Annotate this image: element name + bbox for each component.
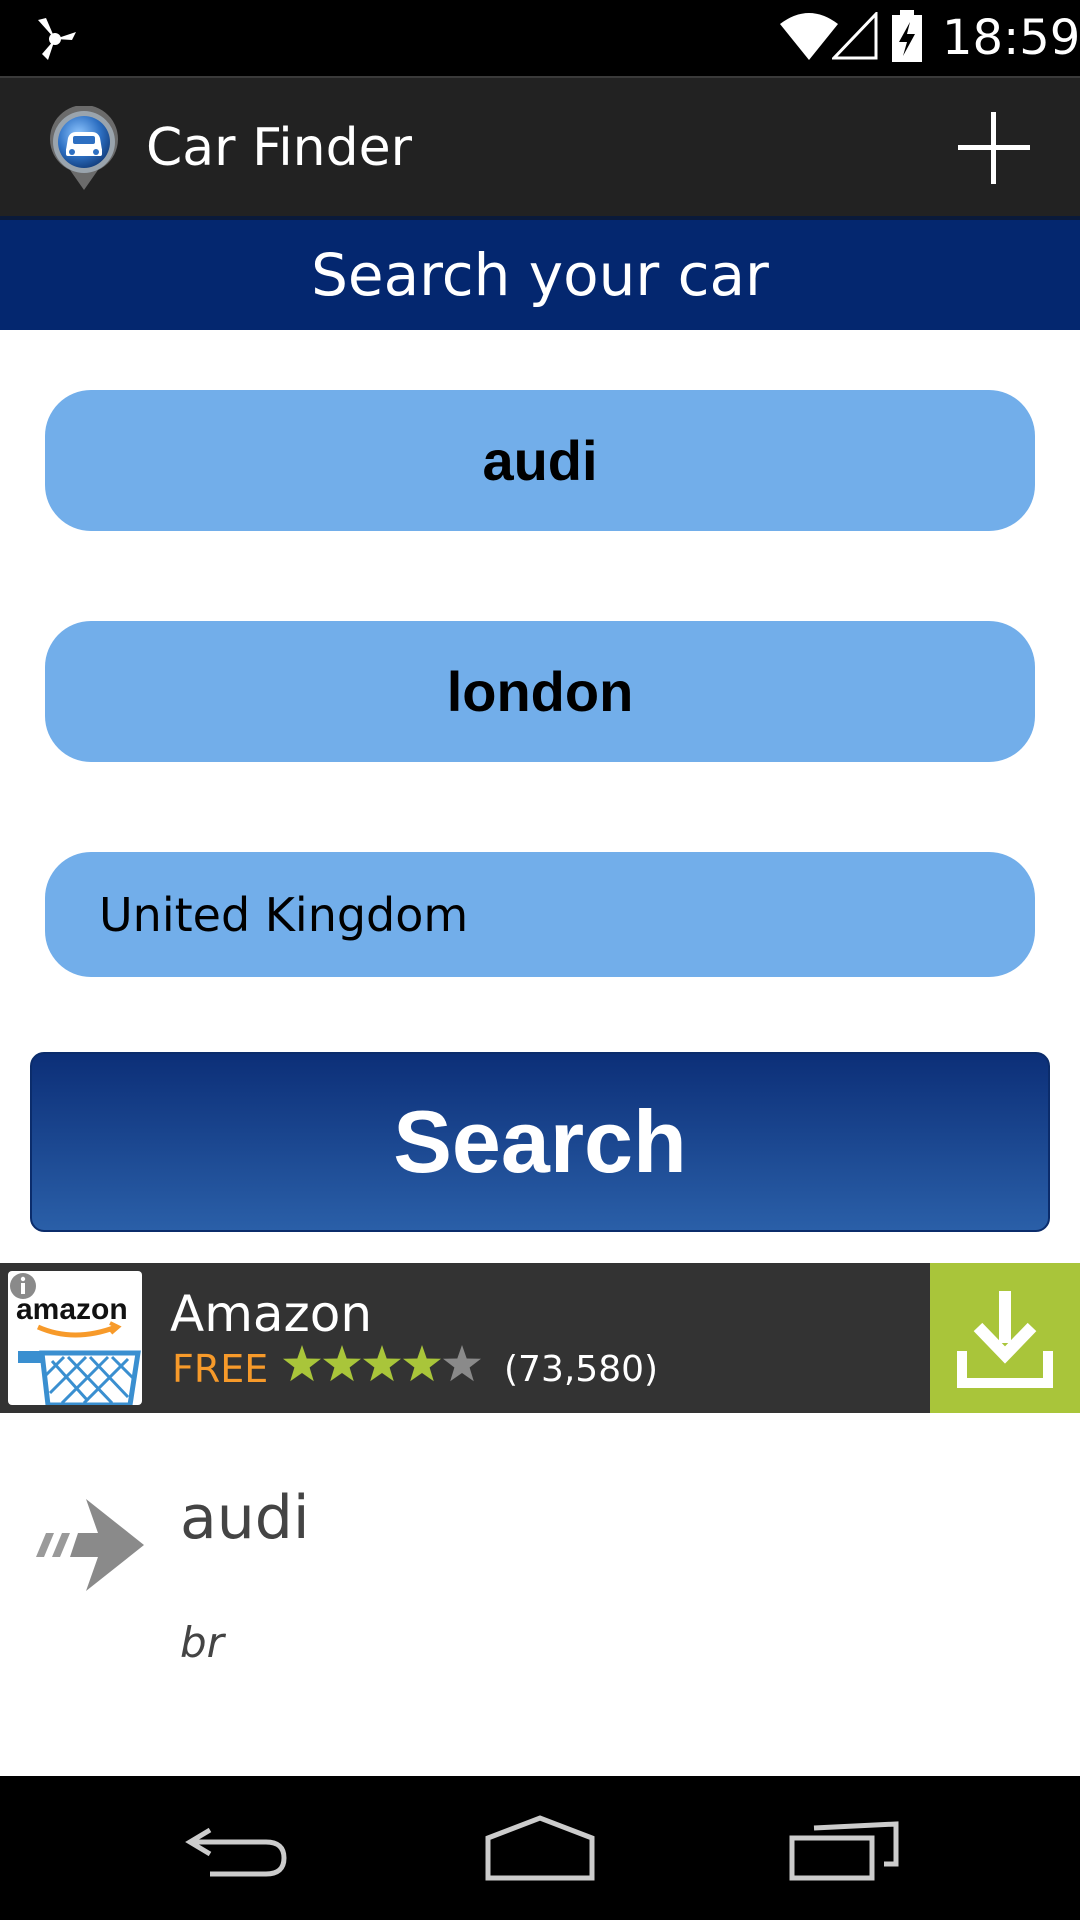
star-empty-icon [443, 1345, 481, 1382]
star-filled-icon [363, 1345, 401, 1382]
ad-price: FREE [172, 1347, 269, 1391]
signal-icon [832, 12, 878, 60]
country-select[interactable]: United Kingdom [45, 852, 1035, 977]
screen: 18:59 Car Finder Search your car audi lo… [0, 0, 1080, 1920]
back-icon[interactable] [180, 1810, 300, 1886]
status-time: 18:59 [942, 10, 1080, 66]
star-filled-icon [283, 1345, 321, 1382]
ad-banner[interactable]: amazon Amazon FREE (73,580) [0, 1263, 1080, 1413]
result-subtitle: br [180, 1618, 224, 1667]
home-icon[interactable] [480, 1810, 600, 1886]
city-field[interactable] [45, 621, 1035, 762]
nav-bar [0, 1776, 1080, 1920]
wifi-icon [780, 13, 838, 60]
search-button[interactable]: Search [30, 1052, 1050, 1232]
recents-icon[interactable] [784, 1810, 904, 1886]
arrow-right-icon [36, 1499, 144, 1591]
ad-app-name: Amazon [170, 1285, 373, 1343]
header-band: Search your car [0, 216, 1080, 330]
car-pin-icon [50, 106, 118, 190]
info-icon[interactable] [8, 1271, 38, 1301]
plus-icon[interactable] [954, 108, 1034, 188]
app-title: Car Finder [146, 118, 412, 178]
city-input[interactable] [45, 621, 1035, 762]
country-value: United Kingdom [99, 887, 469, 942]
make-field[interactable] [45, 390, 1035, 531]
make-input[interactable] [45, 390, 1035, 531]
app-bar: Car Finder [0, 76, 1080, 216]
result-item[interactable]: audi br [0, 1413, 1080, 1776]
result-title: audi [180, 1483, 310, 1553]
amazon-logo[interactable]: amazon [8, 1271, 142, 1405]
ad-review-count: (73,580) [504, 1349, 659, 1390]
notification-icon [38, 18, 76, 60]
star-filled-icon [323, 1345, 361, 1382]
download-icon [957, 1291, 1053, 1388]
search-button-label: Search [393, 1092, 687, 1191]
status-bar: 18:59 [0, 0, 1080, 76]
battery-charging-icon [892, 10, 922, 62]
rating-stars [283, 1345, 481, 1382]
star-filled-icon [403, 1345, 441, 1382]
header-title: Search your car [311, 241, 769, 309]
download-button[interactable] [930, 1263, 1080, 1413]
